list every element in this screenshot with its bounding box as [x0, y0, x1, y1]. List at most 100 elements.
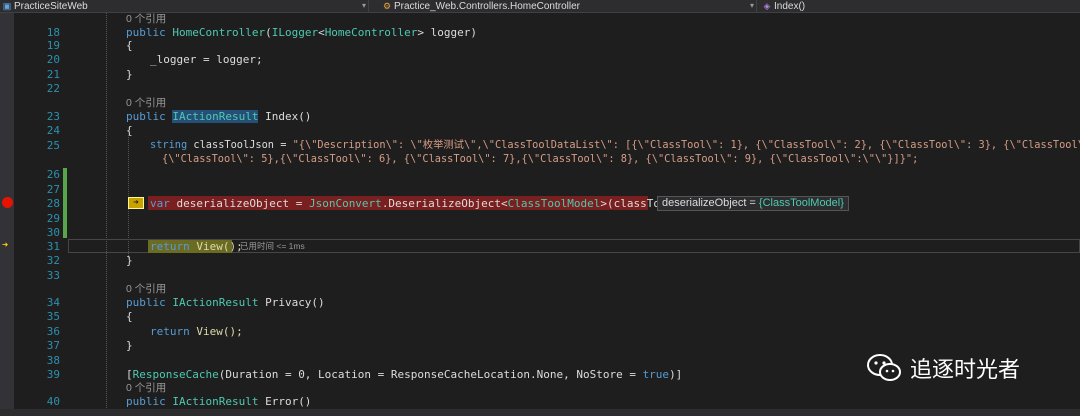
keyword: var: [150, 197, 170, 210]
member-dropdown[interactable]: ◈ Index(): [762, 0, 1078, 12]
datatip-value: {ClassToolModel}: [758, 197, 844, 209]
data-tip[interactable]: deserializeObject = {ClassToolModel}: [657, 196, 849, 211]
code-line-40[interactable]: public IActionResult Error(): [126, 395, 311, 408]
line-number: 28: [46, 197, 60, 210]
indent-guide: [106, 13, 107, 416]
reference-count[interactable]: 0 个引用: [126, 382, 166, 395]
project-dropdown[interactable]: ▣ PracticeSiteWeb ▾: [2, 0, 366, 12]
line-number: 27: [46, 183, 60, 196]
status-bar: [0, 409, 1080, 416]
line-number: 30: [46, 226, 60, 239]
code-text: )]: [669, 368, 683, 381]
keyword: return: [150, 325, 190, 338]
line-number: 25: [46, 139, 60, 152]
line-number: 23: [46, 110, 60, 123]
reference-count[interactable]: 0 个引用: [126, 97, 166, 110]
code-line-36[interactable]: return View();: [150, 325, 243, 338]
perf-tip: 已用时间 <= 1ms: [240, 241, 305, 251]
code-line-39[interactable]: [ResponseCache(Duration = 0, Location = …: [126, 368, 682, 381]
keyword: public: [126, 395, 173, 408]
watermark: 追逐时光者: [866, 350, 1020, 386]
method-call: View();: [189, 240, 243, 253]
code-line-19[interactable]: {: [126, 39, 133, 52]
line-number: 40: [46, 395, 60, 408]
code-text: classToolJson =: [187, 139, 293, 151]
line-number: 32: [46, 254, 60, 267]
keyword: public: [126, 296, 173, 309]
type-name: JsonConvert: [308, 197, 382, 210]
line-number: 34: [46, 296, 60, 309]
code-line-25[interactable]: string classToolJson = "{\"Description\"…: [150, 139, 1080, 152]
code-text: <: [318, 26, 325, 39]
reference-count[interactable]: 0 个引用: [126, 283, 166, 296]
line-number: 21: [46, 68, 60, 81]
line-number: 36: [46, 325, 60, 338]
code-text: Index(): [258, 110, 312, 123]
keyword: string: [150, 139, 188, 151]
navigation-bar: ▣ PracticeSiteWeb ▾ ⚙ Practice_Web.Control…: [0, 0, 1080, 13]
code-line-32[interactable]: }: [126, 254, 133, 267]
line-number: 22: [46, 82, 60, 95]
code-text: (: [265, 26, 272, 39]
datatip-name: deserializeObject =: [662, 197, 759, 209]
line-number: 31: [46, 240, 60, 253]
project-name: PracticeSiteWeb: [14, 1, 88, 12]
code-line-18[interactable]: public HomeController(ILogger<HomeContro…: [126, 26, 477, 39]
execution-pointer-icon: ➜: [2, 240, 9, 251]
type-name: HomeController: [324, 26, 418, 39]
line-number: 20: [46, 53, 60, 66]
type-name: IActionResult: [172, 395, 259, 408]
code-line-23[interactable]: public IActionResult Index(): [126, 110, 311, 123]
code-line-28[interactable]: var deserializeObject = JsonConvert.Dese…: [150, 197, 713, 210]
breakpoint-arrow-icon: ➜: [128, 197, 144, 209]
code-line-34[interactable]: public IActionResult Privacy(): [126, 296, 325, 309]
keyword: public: [126, 110, 173, 123]
code-line-35[interactable]: {: [126, 310, 133, 323]
type-name: IActionResult: [172, 110, 259, 123]
keyword: public: [126, 26, 173, 39]
type-name: ClassToolModel: [507, 197, 601, 210]
method-call: View();: [189, 325, 243, 338]
code-line-31[interactable]: return View();: [150, 240, 243, 253]
type-name: ILogger: [271, 26, 319, 39]
code-text: .DeserializeObject<: [381, 197, 508, 210]
code-text: (Duration = 0, Location = ResponseCacheL…: [218, 368, 643, 381]
csharp-project-icon: ▣: [2, 1, 12, 11]
class-name: Practice_Web.Controllers.HomeController: [394, 1, 580, 12]
string-literal: "{\"Description\": \"枚举测试\",\"ClassToolD…: [292, 139, 1080, 151]
chevron-down-icon: ▾: [361, 1, 366, 10]
line-number: 26: [46, 168, 60, 181]
type-name: HomeController: [172, 26, 266, 39]
method-icon: ◈: [763, 1, 771, 11]
type-name: ResponseCache: [132, 368, 219, 381]
code-text: [: [126, 368, 133, 381]
reference-count[interactable]: 0 个引用: [126, 13, 166, 26]
code-line-21[interactable]: }: [126, 68, 133, 81]
code-line-20[interactable]: _logger = logger;: [150, 53, 263, 66]
line-number: 35: [46, 310, 60, 323]
class-dropdown[interactable]: ⚙ Practice_Web.Controllers.HomeController…: [382, 0, 754, 12]
line-number: 29: [46, 212, 60, 225]
line-number: 19: [46, 39, 60, 52]
class-icon: ⚙: [382, 1, 392, 11]
line-number: 37: [46, 339, 60, 352]
code-text: > logger): [417, 26, 478, 39]
member-name: Index(): [774, 1, 806, 12]
keyword: true: [642, 368, 670, 381]
wechat-icon: [866, 352, 902, 384]
line-number: 18: [46, 26, 60, 39]
line-number: 33: [46, 269, 60, 282]
code-text: Error(): [258, 395, 312, 408]
code-line-37[interactable]: }: [126, 339, 133, 352]
breakpoint-icon[interactable]: [2, 197, 13, 208]
keyword: return: [150, 240, 190, 253]
string-literal-continued[interactable]: {\"ClassTool\": 5},{\"ClassTool\": 6}, {…: [162, 153, 918, 166]
line-number: 24: [46, 124, 60, 137]
type-name: IActionResult: [172, 296, 259, 309]
watermark-text: 追逐时光者: [910, 358, 1021, 383]
code-text: deserializeObject =: [169, 197, 309, 210]
code-line-24[interactable]: {: [126, 124, 133, 137]
change-indicator: [63, 168, 67, 238]
line-number: 38: [46, 354, 60, 367]
line-number: 39: [46, 368, 60, 381]
